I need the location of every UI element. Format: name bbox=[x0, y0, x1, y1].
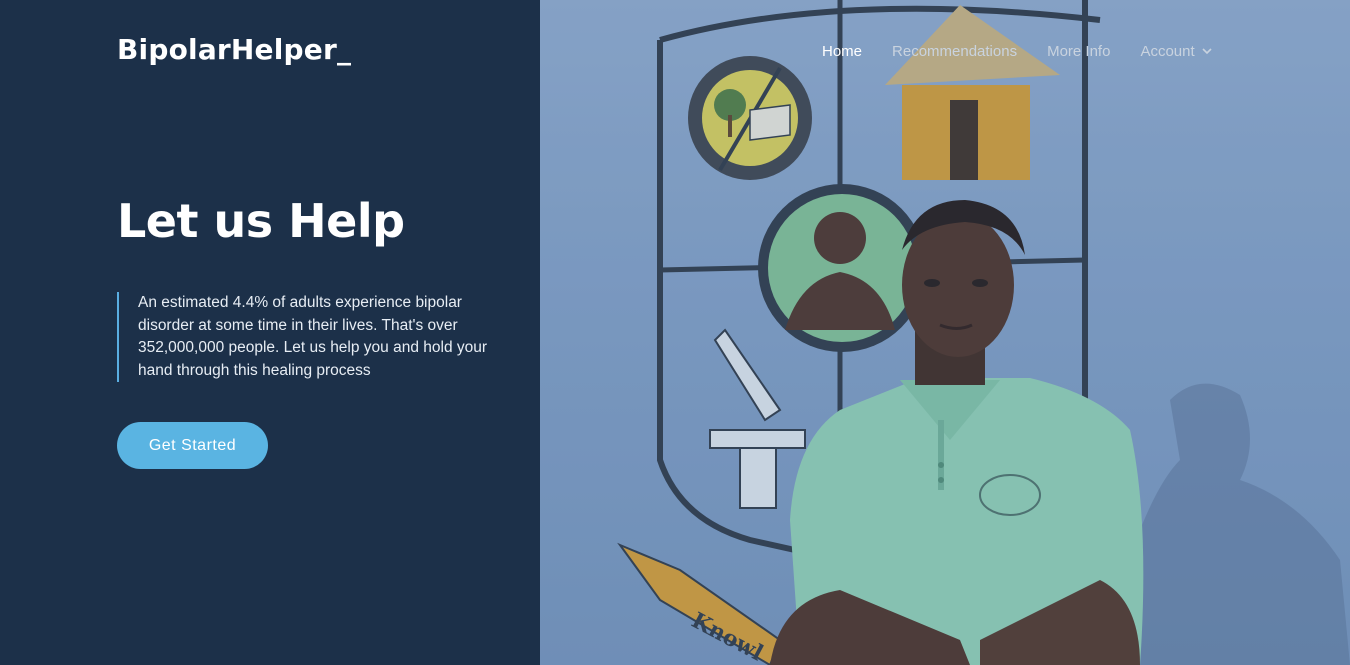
top-nav: Home Recommendations More Info Account bbox=[822, 40, 1243, 62]
hero-photo: Knowl bbox=[540, 0, 1350, 665]
nav-account-label: Account bbox=[1140, 42, 1195, 60]
nav-account-dropdown[interactable]: Account bbox=[1140, 43, 1212, 60]
chevron-down-icon bbox=[1202, 48, 1212, 55]
hero-title: Let us Help bbox=[117, 194, 405, 248]
nav-recommendations[interactable]: Recommendations bbox=[892, 43, 1017, 60]
nav-more-info[interactable]: More Info bbox=[1047, 43, 1110, 60]
nav-more-info-label: More Info bbox=[1047, 42, 1111, 60]
brand-logo[interactable]: BipolarHelper_ bbox=[117, 33, 351, 66]
nav-home[interactable]: Home bbox=[822, 43, 862, 60]
nav-recommendations-label: Recommendations bbox=[892, 42, 1018, 60]
nav-home-label: Home bbox=[822, 42, 863, 60]
hero-blurb: An estimated 4.4% of adults experience b… bbox=[117, 292, 498, 382]
get-started-button[interactable]: Get Started bbox=[117, 422, 268, 469]
hero-photo-illustration: Knowl bbox=[540, 0, 1350, 665]
